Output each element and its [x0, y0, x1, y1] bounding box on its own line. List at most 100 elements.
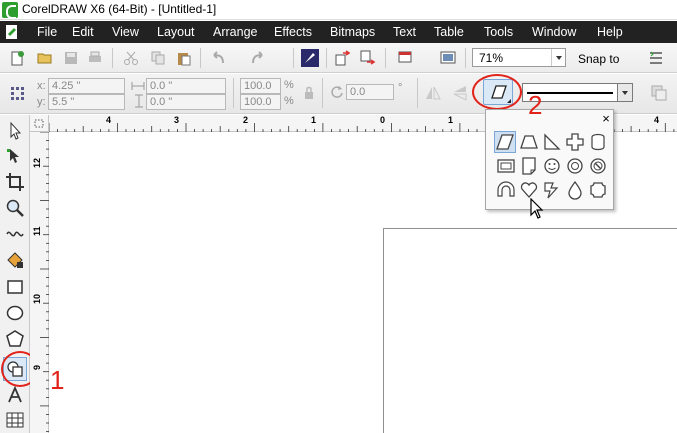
ruler-label: 1 — [311, 115, 317, 125]
zoom-level-value: 71% — [479, 51, 504, 65]
page-border — [383, 228, 677, 433]
y-position-label: y: — [37, 96, 46, 108]
menu-bitmaps[interactable]: Bitmaps — [330, 21, 375, 43]
zoom-tool-icon[interactable] — [5, 198, 25, 218]
object-width-field[interactable]: 0.0 " — [146, 78, 226, 94]
page-size-presets-icon[interactable] — [10, 86, 26, 102]
open-folder-icon[interactable] — [37, 50, 53, 66]
menu-window[interactable]: Window — [532, 21, 576, 43]
degree-label: ° — [398, 82, 403, 94]
smiley-icon[interactable] — [542, 156, 562, 176]
menu-file[interactable]: File — [37, 21, 57, 43]
shape-tool-icon[interactable] — [5, 147, 25, 167]
import-icon[interactable] — [335, 50, 351, 66]
toolbar-separator — [385, 48, 386, 68]
lock-ratio-icon[interactable] — [303, 86, 315, 100]
toolbox — [0, 115, 39, 433]
plaque-icon[interactable] — [588, 180, 608, 200]
print-icon[interactable] — [87, 50, 103, 66]
cylinder-icon[interactable] — [588, 132, 608, 152]
pick-tool-icon[interactable] — [5, 121, 25, 141]
toolbar-separator — [465, 48, 466, 68]
toolbar-separator — [322, 78, 323, 108]
crop-tool-icon[interactable] — [5, 172, 25, 192]
snap-to-button[interactable]: Snap to — [578, 52, 619, 66]
annotation-label-1: 1 — [50, 365, 65, 395]
ruler-label: 9 — [32, 364, 42, 370]
x-position-field[interactable]: 4.25 " — [48, 78, 125, 94]
zoom-level-combo[interactable]: 71% — [472, 48, 566, 67]
chevron-down-icon — [622, 91, 628, 95]
rectangle-tool-icon[interactable] — [5, 277, 25, 297]
height-icon — [135, 94, 143, 108]
object-height-field[interactable]: 0.0 " — [146, 94, 226, 110]
search-content-icon[interactable] — [301, 49, 319, 67]
toolbar-separator — [200, 48, 201, 68]
outline-style-dropdown-button[interactable] — [617, 84, 632, 101]
polygon-tool-icon[interactable] — [5, 329, 25, 349]
document-menu-icon[interactable] — [4, 24, 20, 40]
vertical-ruler[interactable]: 12 11 10 9 — [30, 132, 49, 433]
zoom-dropdown-button[interactable] — [551, 49, 565, 66]
menu-view[interactable]: View — [112, 21, 139, 43]
cross-icon[interactable] — [565, 132, 585, 152]
flyout-close-button[interactable]: × — [600, 112, 612, 126]
heart-icon[interactable] — [519, 180, 539, 200]
ruler-origin-corner[interactable] — [30, 115, 49, 132]
menu-help[interactable]: Help — [597, 21, 623, 43]
standard-toolbar: 71% Snap to — [0, 43, 677, 104]
menu-table[interactable]: Table — [434, 21, 464, 43]
right-triangle-icon[interactable] — [542, 132, 562, 152]
menu-layout[interactable]: Layout — [157, 21, 195, 43]
shape-option-selected[interactable] — [494, 131, 516, 153]
scale-y-field[interactable]: 100.0 — [240, 94, 281, 110]
table-tool-icon[interactable] — [5, 410, 25, 430]
coreldraw-logo-icon — [2, 2, 18, 19]
no-symbol-icon[interactable] — [588, 156, 608, 176]
y-position-field[interactable]: 5.5 " — [48, 94, 125, 110]
ruler-origin-icon — [34, 119, 44, 128]
parallelogram-icon — [496, 134, 514, 150]
ruler-label: 2 — [243, 115, 249, 125]
menu-effects[interactable]: Effects — [274, 21, 312, 43]
menu-tools[interactable]: Tools — [484, 21, 513, 43]
drop-icon[interactable] — [565, 180, 585, 200]
freehand-tool-icon[interactable] — [5, 224, 25, 244]
options-icon[interactable] — [648, 50, 664, 66]
toolbar-separator — [233, 78, 234, 108]
menu-text[interactable]: Text — [393, 21, 416, 43]
chevron-down-icon — [556, 56, 562, 60]
text-tool-icon[interactable] — [5, 385, 25, 405]
new-document-icon[interactable] — [9, 50, 25, 66]
rotation-angle-field[interactable]: 0.0 — [346, 84, 394, 100]
ruler-label: 12 — [32, 157, 42, 168]
to-front-icon[interactable] — [651, 85, 667, 101]
menu-edit[interactable]: Edit — [72, 21, 94, 43]
undo-icon[interactable] — [210, 50, 226, 66]
trapezoid-icon[interactable] — [519, 132, 539, 152]
mirror-horizontal-icon[interactable] — [425, 85, 441, 101]
cut-icon[interactable] — [123, 50, 139, 66]
smart-fill-tool-icon[interactable] — [5, 250, 25, 270]
mirror-vertical-icon[interactable] — [452, 85, 468, 101]
menu-bar: File Edit View Layout Arrange Effects Bi… — [0, 21, 677, 43]
copy-icon[interactable] — [150, 50, 166, 66]
ruler-label: 0 — [380, 115, 386, 125]
lightning-icon[interactable] — [542, 180, 562, 200]
frame-icon[interactable] — [496, 156, 516, 176]
property-bar: x: 4.25 " y: 5.5 " 0.0 " 0.0 " 100.0 % 1… — [0, 74, 677, 114]
scale-x-field[interactable]: 100.0 — [240, 78, 281, 94]
folded-corner-icon[interactable] — [519, 156, 539, 176]
donut-icon[interactable] — [565, 156, 585, 176]
save-icon[interactable] — [63, 50, 79, 66]
toolbar-separator — [112, 48, 113, 68]
application-launcher-icon[interactable] — [397, 50, 413, 66]
arch-icon[interactable] — [496, 180, 516, 200]
ellipse-tool-icon[interactable] — [5, 303, 25, 323]
ruler-label: 11 — [32, 226, 42, 236]
export-icon[interactable] — [360, 50, 376, 66]
redo-icon[interactable] — [250, 50, 266, 66]
paste-icon[interactable] — [176, 50, 192, 66]
welcome-screen-icon[interactable] — [440, 50, 456, 66]
menu-arrange[interactable]: Arrange — [213, 21, 257, 43]
